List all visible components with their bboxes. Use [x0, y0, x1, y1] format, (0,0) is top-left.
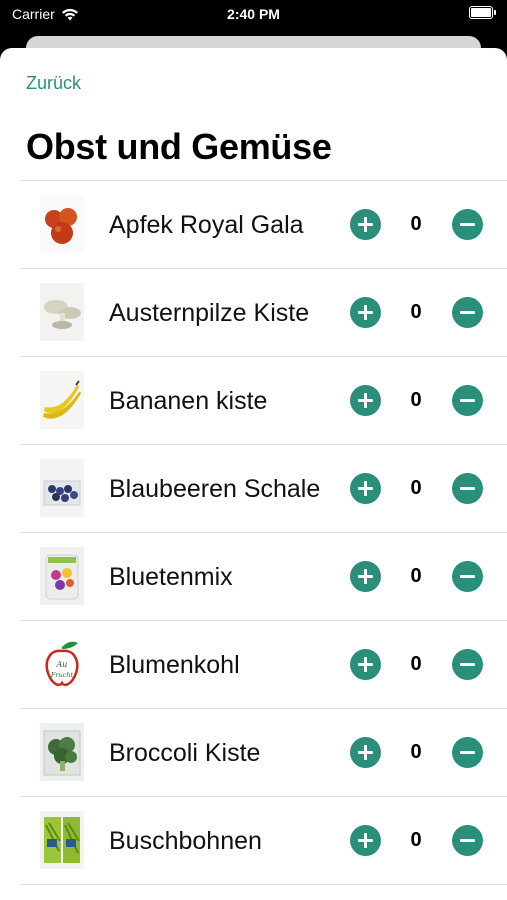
- list-item: Bluetenmix 0: [20, 532, 507, 620]
- plus-button[interactable]: [350, 385, 381, 416]
- item-name: Bluetenmix: [109, 562, 233, 591]
- item-quantity: 0: [410, 301, 422, 323]
- plus-button[interactable]: [350, 209, 381, 240]
- item-name: Austernpilze Kiste: [109, 298, 310, 327]
- item-name: Blaubeeren Schale: [109, 474, 321, 503]
- mushroom-icon: [40, 283, 84, 341]
- item-name: Buschbohnen: [109, 826, 262, 855]
- list-item: Buschbohnen 0: [20, 796, 507, 885]
- list-item: Austernpilze Kiste 0: [20, 268, 507, 356]
- svg-text:Frucht: Frucht: [50, 671, 74, 679]
- item-name: Broccoli Kiste: [109, 738, 261, 767]
- list-item: Apfek Royal Gala 0: [20, 180, 507, 268]
- flower-mix-icon: [40, 547, 84, 605]
- minus-button[interactable]: [452, 649, 483, 680]
- plus-button[interactable]: [350, 825, 381, 856]
- status-time: 2:40 PM: [227, 6, 280, 22]
- broccoli-icon: [40, 723, 84, 781]
- product-list: Apfek Royal Gala 0 Austernpilze Kiste 0: [20, 180, 507, 885]
- list-item: Bananen kiste 0: [20, 356, 507, 444]
- list-item: Blaubeeren Schale 0: [20, 444, 507, 532]
- status-bar: Carrier 2:40 PM: [0, 0, 507, 30]
- item-quantity: 0: [410, 213, 422, 235]
- list-item: Broccoli Kiste 0: [20, 708, 507, 796]
- page-title: Obst und Gemüse: [26, 126, 332, 167]
- item-name: Apfek Royal Gala: [109, 210, 304, 239]
- plus-button[interactable]: [350, 561, 381, 592]
- minus-button[interactable]: [452, 737, 483, 768]
- back-button[interactable]: Zurück: [26, 73, 81, 94]
- item-quantity: 0: [410, 389, 422, 411]
- minus-button[interactable]: [452, 561, 483, 592]
- apple-icon: [40, 195, 84, 253]
- minus-button[interactable]: [452, 385, 483, 416]
- modal-sheet: Zurück Obst und Gemüse Apfek Royal Gala …: [0, 48, 507, 900]
- minus-button[interactable]: [452, 825, 483, 856]
- item-quantity: 0: [410, 653, 422, 675]
- plus-button[interactable]: [350, 297, 381, 328]
- minus-button[interactable]: [452, 297, 483, 328]
- item-quantity: 0: [410, 477, 422, 499]
- item-name: Blumenkohl: [109, 650, 240, 679]
- item-quantity: 0: [410, 565, 422, 587]
- battery-icon: [469, 6, 496, 19]
- plus-button[interactable]: [350, 649, 381, 680]
- plus-button[interactable]: [350, 737, 381, 768]
- list-item: Au Frucht Blumenkohl 0: [20, 620, 507, 708]
- item-quantity: 0: [410, 741, 422, 763]
- svg-text:Au: Au: [56, 660, 68, 669]
- logo-placeholder-icon: Au Frucht: [40, 635, 84, 693]
- item-name: Bananen kiste: [109, 386, 268, 415]
- banana-icon: [40, 371, 84, 429]
- minus-button[interactable]: [452, 209, 483, 240]
- beans-icon: [40, 811, 84, 869]
- item-quantity: 0: [410, 829, 422, 851]
- minus-button[interactable]: [452, 473, 483, 504]
- plus-button[interactable]: [350, 473, 381, 504]
- blueberry-icon: [40, 459, 84, 517]
